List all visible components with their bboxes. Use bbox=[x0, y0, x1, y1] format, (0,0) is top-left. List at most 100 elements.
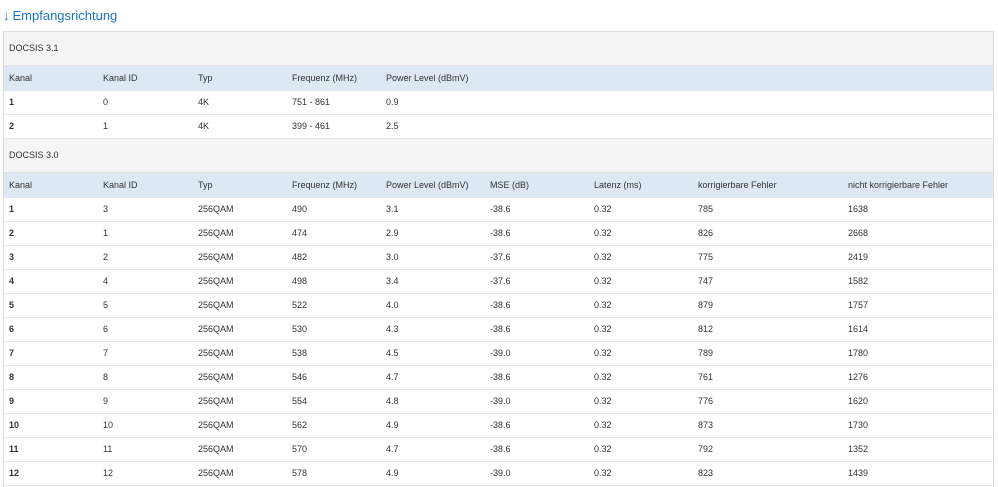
docsis30-section-title: DOCSIS 3.0 bbox=[4, 139, 993, 173]
table-cell: 256QAM bbox=[198, 372, 234, 382]
table-cell: 4 bbox=[103, 276, 109, 286]
table-cell: 4K bbox=[198, 97, 210, 107]
table-cell: 812 bbox=[698, 324, 714, 334]
table-row: 2 1 4K 399 - 461 2.5 bbox=[4, 115, 993, 139]
table-cell: 4.7 bbox=[386, 444, 399, 454]
column-header: Power Level (dBmV) bbox=[386, 180, 469, 190]
table-cell: 256QAM bbox=[198, 300, 234, 310]
column-header: Kanal bbox=[9, 180, 33, 190]
table-cell: 1 bbox=[103, 228, 109, 238]
table-cell: 3.0 bbox=[386, 252, 399, 262]
table-cell: 2 bbox=[9, 121, 15, 131]
table-row: 7 7 256QAM 538 4.5 -39.0 0.32 789 1780 bbox=[4, 342, 993, 366]
table-cell: 3 bbox=[9, 252, 15, 262]
table-cell: 785 bbox=[698, 204, 714, 214]
table-cell: 0.32 bbox=[594, 348, 612, 358]
table-cell: 1730 bbox=[848, 420, 869, 430]
table-cell: 256QAM bbox=[198, 228, 234, 238]
column-header: Frequenz (MHz) bbox=[292, 73, 358, 83]
table-cell: 256QAM bbox=[198, 252, 234, 262]
table-cell: 4 bbox=[9, 276, 15, 286]
table-cell: 0.32 bbox=[594, 228, 612, 238]
table-cell: 0.32 bbox=[594, 396, 612, 406]
table-row: 9 9 256QAM 554 4.8 -39.0 0.32 776 1620 bbox=[4, 390, 993, 414]
table-cell: 6 bbox=[9, 324, 15, 334]
table-cell: 0.32 bbox=[594, 444, 612, 454]
table-cell: 751 - 861 bbox=[292, 97, 331, 107]
table-cell: 2 bbox=[103, 252, 109, 262]
table-cell: 8 bbox=[103, 372, 109, 382]
table-cell: 2 bbox=[9, 228, 15, 238]
table-cell: 1582 bbox=[848, 276, 869, 286]
table-cell: 6 bbox=[103, 324, 109, 334]
table-row: 2 1 256QAM 474 2.9 -38.6 0.32 826 2668 bbox=[4, 222, 993, 246]
table-cell: 482 bbox=[292, 252, 308, 262]
table-cell: 1757 bbox=[848, 300, 869, 310]
column-header: Power Level (dBmV) bbox=[386, 73, 469, 83]
table-cell: 776 bbox=[698, 396, 714, 406]
column-header: Latenz (ms) bbox=[594, 180, 642, 190]
table-cell: 10 bbox=[103, 420, 114, 430]
table-cell: 2.9 bbox=[386, 228, 399, 238]
table-cell: 789 bbox=[698, 348, 714, 358]
table-cell: 9 bbox=[9, 396, 15, 406]
table-cell: 1352 bbox=[848, 444, 869, 454]
table-cell: -39.0 bbox=[490, 396, 511, 406]
table-cell: 570 bbox=[292, 444, 308, 454]
table-cell: 2668 bbox=[848, 228, 869, 238]
table-cell: 4K bbox=[198, 121, 210, 131]
table-cell: 0.9 bbox=[386, 97, 399, 107]
table-cell: 1276 bbox=[848, 372, 869, 382]
table-cell: 826 bbox=[698, 228, 714, 238]
table-cell: 873 bbox=[698, 420, 714, 430]
table-cell: 578 bbox=[292, 468, 308, 478]
table-cell: 474 bbox=[292, 228, 308, 238]
downstream-heading[interactable]: ↓ Empfangsrichtung bbox=[3, 6, 117, 26]
table-cell: 0 bbox=[103, 97, 109, 107]
table-cell: 1614 bbox=[848, 324, 869, 334]
table-cell: 0.32 bbox=[594, 300, 612, 310]
table-cell: 490 bbox=[292, 204, 308, 214]
table-cell: 256QAM bbox=[198, 444, 234, 454]
table-cell: 1780 bbox=[848, 348, 869, 358]
table-cell: 7 bbox=[9, 348, 15, 358]
table-row: 1 0 4K 751 - 861 0.9 bbox=[4, 91, 993, 115]
docsis30-rows: 1 3 256QAM 490 3.1 -38.6 0.32 785 1638 2 1 256QAM 47… bbox=[4, 198, 993, 486]
table-cell: 747 bbox=[698, 276, 714, 286]
table-cell: 4.3 bbox=[386, 324, 399, 334]
table-cell: 256QAM bbox=[198, 276, 234, 286]
table-cell: 11 bbox=[103, 444, 113, 454]
table-cell: 775 bbox=[698, 252, 714, 262]
arrow-down-icon: ↓ bbox=[3, 8, 10, 23]
table-cell: 399 - 461 bbox=[292, 121, 331, 131]
table-cell: 792 bbox=[698, 444, 714, 454]
table-cell: -38.6 bbox=[490, 228, 511, 238]
docsis30-column-header: Kanal Kanal ID Typ Frequenz (MHz) Power Leve… bbox=[4, 173, 993, 198]
table-cell: -38.6 bbox=[490, 204, 511, 214]
table-cell: 0.32 bbox=[594, 420, 612, 430]
table-cell: -39.0 bbox=[490, 348, 511, 358]
column-header: korrigierbare Fehler bbox=[698, 180, 777, 190]
table-cell: 2419 bbox=[848, 252, 869, 262]
table-cell: 4.7 bbox=[386, 372, 399, 382]
table-row: 1 3 256QAM 490 3.1 -38.6 0.32 785 1638 bbox=[4, 198, 993, 222]
docsis31-section-title: DOCSIS 3.1 bbox=[4, 32, 993, 66]
table-cell: -37.6 bbox=[490, 276, 511, 286]
table-cell: 522 bbox=[292, 300, 308, 310]
table-cell: 0.32 bbox=[594, 252, 612, 262]
table-cell: 562 bbox=[292, 420, 308, 430]
table-cell: 1 bbox=[9, 97, 15, 107]
table-cell: 3 bbox=[103, 204, 109, 214]
table-cell: 530 bbox=[292, 324, 308, 334]
column-header: Typ bbox=[198, 180, 213, 190]
table-cell: 0.32 bbox=[594, 468, 612, 478]
column-header: Kanal ID bbox=[103, 180, 138, 190]
table-cell: 0.32 bbox=[594, 372, 612, 382]
table-cell: -39.0 bbox=[490, 468, 511, 478]
downstream-title: Empfangsrichtung bbox=[12, 8, 118, 23]
channel-table-panel: DOCSIS 3.1 Kanal Kanal ID Typ Frequenz (MHz… bbox=[3, 31, 994, 487]
table-cell: 4.9 bbox=[386, 420, 399, 430]
column-header: nicht korrigierbare Fehler bbox=[848, 180, 949, 190]
table-cell: 256QAM bbox=[198, 348, 234, 358]
table-cell: 5 bbox=[9, 300, 15, 310]
